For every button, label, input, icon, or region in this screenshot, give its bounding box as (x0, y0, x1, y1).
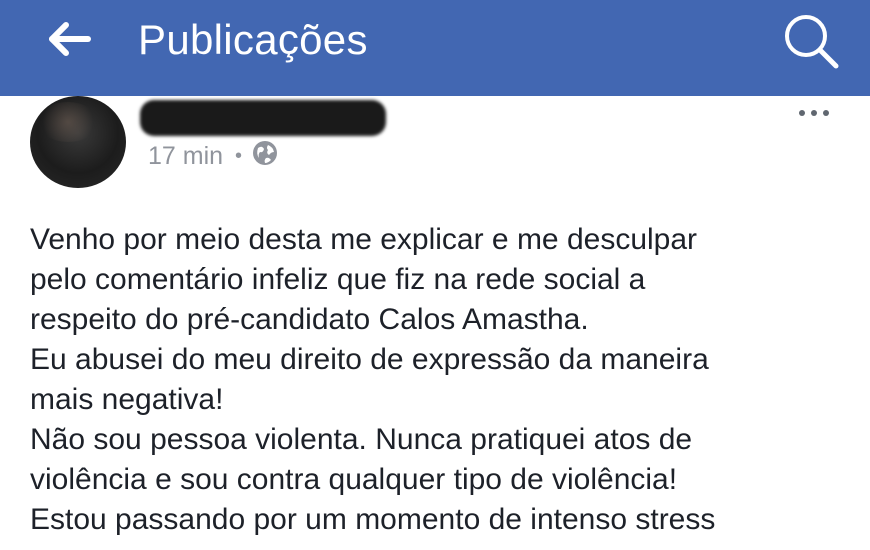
post-text-line: Venho por meio desta me explicar e me de… (30, 223, 698, 256)
post-meta: 17 min • (148, 140, 279, 172)
top-app-bar: Publicações (0, 0, 870, 96)
post-text: Venho por meio desta me explicar e me de… (30, 220, 850, 540)
meta-separator: • (235, 144, 243, 167)
more-horizontal-icon (799, 110, 805, 116)
author-name-redacted[interactable] (140, 100, 386, 136)
globe-icon (251, 139, 279, 174)
redaction-scribble (140, 100, 386, 136)
search-icon (776, 15, 846, 76)
post-text-line: respeito do pré-candidato Calos Amastha. (30, 303, 589, 336)
post-timestamp[interactable]: 17 min (148, 142, 223, 171)
post-text-line: violência e sou contra qualquer tipo de … (30, 463, 678, 496)
arrow-left-icon (38, 16, 98, 62)
more-options-button[interactable] (786, 100, 842, 126)
back-button[interactable] (38, 16, 98, 62)
post-header: 17 min • (0, 96, 870, 206)
post-text-line: Estou passando por um momento de intenso… (30, 503, 716, 536)
more-dot (811, 110, 817, 116)
search-button[interactable] (776, 6, 846, 72)
post-text-line: mais negativa! (30, 383, 224, 416)
avatar[interactable] (30, 96, 126, 188)
more-dot (823, 110, 829, 116)
post-text-line: pelo comentário infeliz que fiz na rede … (30, 263, 646, 296)
facebook-mobile-app: Publicações 17 min • Venho por meio dest… (0, 0, 870, 550)
post-text-line: Eu abusei do meu direito de expressão da… (30, 343, 709, 376)
page-title: Publicações (138, 16, 368, 63)
post-text-line: Não sou pessoa violenta. Nunca pratiquei… (30, 423, 693, 456)
